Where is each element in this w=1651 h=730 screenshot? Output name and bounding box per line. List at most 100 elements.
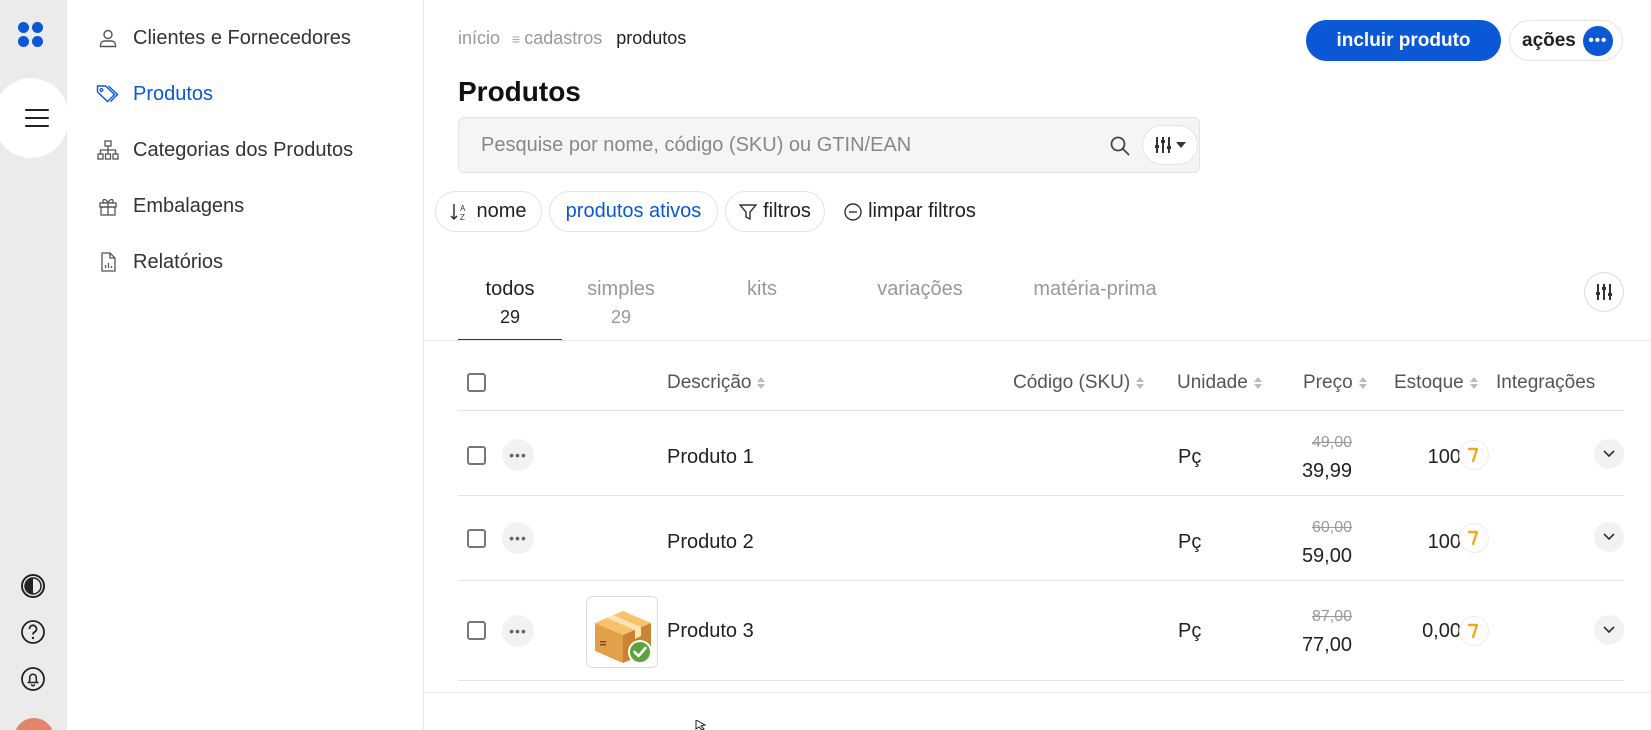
column-settings-button[interactable] — [1584, 272, 1624, 312]
hamburger-menu-button[interactable] — [0, 78, 68, 158]
product-price: 59,00 — [1301, 545, 1352, 567]
tab-variacoes[interactable]: variações — [865, 278, 975, 301]
tab-label: kits — [747, 278, 777, 300]
app-logo-icon[interactable] — [18, 22, 46, 50]
sort-icon — [1358, 377, 1367, 389]
caret-down-icon — [1176, 142, 1186, 148]
column-header-stock[interactable]: Estoque — [1394, 372, 1478, 394]
column-header-integrations: Integrações — [1496, 372, 1595, 394]
row-checkbox[interactable] — [467, 446, 486, 465]
mouse-cursor-icon — [695, 720, 707, 730]
table-row[interactable]: ••• Produto 1 Pç 49,00 39,99 100 — [458, 412, 1624, 496]
sidebar-item-clientes-fornecedores[interactable]: Clientes e Fornecedores — [95, 23, 351, 53]
tab-kits[interactable]: kits — [737, 278, 787, 301]
table-row[interactable]: ••• Produto 2 Pç 60,00 59,00 100 — [458, 497, 1624, 581]
sidebar-item-label: Relatórios — [133, 250, 224, 273]
integration-icon[interactable] — [1459, 523, 1489, 553]
sort-icon — [757, 377, 766, 389]
svg-text:A: A — [460, 204, 466, 213]
tab-label: matéria-prima — [1033, 278, 1157, 300]
tab-label: variações — [877, 278, 963, 300]
product-description[interactable]: Produto 1 — [667, 446, 754, 469]
tab-materia-prima[interactable]: matéria-prima — [1027, 278, 1163, 301]
gift-box-icon — [95, 195, 121, 217]
clear-filters-button[interactable]: limpar filtros — [835, 191, 985, 232]
column-header-label: Unidade — [1177, 372, 1248, 393]
svg-text:Z: Z — [460, 213, 465, 222]
add-product-button[interactable]: incluir produto — [1306, 20, 1501, 61]
table-row[interactable]: ••• Produto 3 Pç 87,00 77,00 0,00 — [458, 582, 1624, 681]
row-menu-button[interactable]: ••• — [502, 615, 534, 647]
sidebar-item-label: Embalagens — [133, 194, 245, 217]
table-header: Descrição Código (SKU) Unidade Preço Est… — [458, 360, 1624, 411]
sidebar-item-label: Clientes e Fornecedores — [133, 26, 351, 49]
sliders-icon — [1596, 284, 1612, 300]
sidebar-item-produtos[interactable]: Produtos — [95, 79, 213, 109]
product-image[interactable] — [586, 596, 658, 668]
integration-icon[interactable] — [1459, 616, 1489, 646]
product-price: 77,00 — [1301, 634, 1352, 656]
breadcrumb-cadastros[interactable]: cadastros — [524, 28, 602, 49]
search-bar — [458, 117, 1200, 173]
product-unit: Pç — [1178, 620, 1202, 642]
funnel-icon — [739, 203, 758, 220]
contrast-icon[interactable] — [19, 572, 47, 600]
filters-label: filtros — [763, 200, 811, 222]
product-unit: Pç — [1178, 446, 1202, 468]
clear-filters-label: limpar filtros — [868, 200, 976, 222]
avatar[interactable] — [14, 718, 54, 730]
column-header-price[interactable]: Preço — [1303, 372, 1367, 394]
product-unit: Pç — [1178, 531, 1202, 553]
tag-icon — [95, 83, 121, 105]
product-stock: 0,00 — [1422, 620, 1461, 642]
sidebar-item-categorias[interactable]: Categorias dos Produtos — [95, 135, 353, 165]
sort-icon — [1136, 377, 1145, 389]
tab-simples[interactable]: simples 29 — [583, 278, 659, 328]
tab-todos[interactable]: todos 29 — [458, 278, 562, 328]
table-footer-divider — [424, 692, 1651, 693]
expand-row-button[interactable] — [1594, 615, 1624, 645]
status-filter-chip[interactable]: produtos ativos — [549, 191, 718, 232]
main-content: início ≡ cadastros produtos incluir prod… — [424, 0, 1651, 730]
tabs-divider — [424, 340, 1651, 341]
column-header-sku[interactable]: Código (SKU) — [1013, 372, 1145, 394]
select-all-checkbox[interactable] — [467, 373, 486, 392]
row-checkbox[interactable] — [467, 529, 486, 548]
product-price: 39,99 — [1301, 460, 1352, 482]
sidebar-item-embalagens[interactable]: Embalagens — [95, 191, 244, 221]
chevron-down-icon — [1603, 626, 1615, 634]
search-input[interactable] — [481, 118, 1081, 172]
breadcrumb-list-icon: ≡ — [512, 30, 521, 47]
row-menu-button[interactable]: ••• — [502, 439, 534, 471]
sidebar-item-relatorios[interactable]: Relatórios — [95, 247, 223, 277]
sort-chip[interactable]: AZ nome — [435, 191, 542, 232]
advanced-search-button[interactable] — [1142, 125, 1198, 165]
column-header-unit[interactable]: Unidade — [1177, 372, 1262, 394]
search-icon[interactable] — [1109, 135, 1131, 157]
product-old-price: 49,00 — [1311, 434, 1352, 451]
integration-icon[interactable] — [1459, 440, 1489, 470]
row-checkbox[interactable] — [467, 621, 486, 640]
page-title: Produtos — [458, 76, 581, 107]
filters-chip[interactable]: filtros — [725, 191, 825, 232]
product-description[interactable]: Produto 2 — [667, 531, 754, 554]
expand-row-button[interactable] — [1594, 439, 1624, 469]
column-header-label: Preço — [1303, 372, 1353, 393]
column-header-label: Código (SKU) — [1013, 372, 1131, 393]
product-description[interactable]: Produto 3 — [667, 620, 754, 643]
help-icon[interactable] — [19, 618, 47, 646]
report-icon — [95, 251, 121, 273]
breadcrumb: início ≡ cadastros produtos — [458, 28, 686, 49]
status-filter-label: produtos ativos — [565, 200, 702, 222]
breadcrumb-inicio[interactable]: início — [458, 28, 500, 49]
row-menu-button[interactable]: ••• — [502, 522, 534, 554]
tab-count: 29 — [499, 307, 521, 327]
expand-row-button[interactable] — [1594, 522, 1624, 552]
column-header-description[interactable]: Descrição — [667, 372, 766, 394]
bell-icon[interactable] — [19, 665, 47, 693]
column-header-label: Descrição — [667, 372, 752, 393]
sidebar: Clientes e Fornecedores Produtos Categor… — [67, 0, 424, 730]
actions-button[interactable]: ações ••• — [1509, 20, 1623, 61]
column-header-label: Integrações — [1496, 372, 1596, 393]
tab-label: todos — [485, 278, 535, 300]
